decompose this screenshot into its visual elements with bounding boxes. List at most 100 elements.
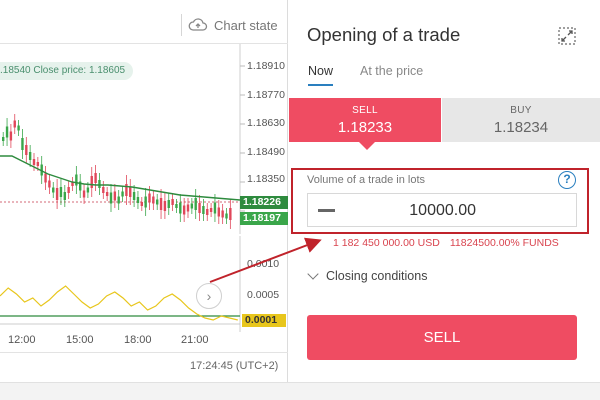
current-price-badge: 1.18226 <box>240 196 288 209</box>
candle-body <box>182 205 186 215</box>
candle-body <box>136 197 140 203</box>
footer-strip <box>0 382 600 400</box>
required-funds: 1 182 450 000.00 USD 11824500.00% FUNDS <box>333 237 559 249</box>
candle-body <box>105 192 109 196</box>
buy-side-selector[interactable]: BUY 1.18234 <box>442 98 600 142</box>
tab-at-the-price[interactable]: At the price <box>360 64 423 78</box>
candle-body <box>198 203 201 213</box>
candle-body <box>229 208 232 220</box>
candle-body <box>186 204 190 212</box>
candle-body <box>44 173 47 183</box>
candle-body <box>55 188 59 200</box>
candle-body <box>36 162 40 166</box>
toolbar-divider <box>181 14 182 36</box>
candle-body <box>17 125 20 131</box>
moving-average-line <box>0 155 241 201</box>
candle-body <box>190 203 194 209</box>
expand-icon[interactable] <box>557 26 577 46</box>
sell-side-label: SELL <box>352 105 378 116</box>
time-tick: 21:00 <box>181 334 209 346</box>
candle-body <box>90 176 93 188</box>
tab-now[interactable]: Now <box>308 64 334 86</box>
candle-body <box>194 198 197 210</box>
closing-conditions-label: Closing conditions <box>326 269 428 283</box>
candle-body <box>102 187 105 193</box>
funds-percent: 11824500.00% FUNDS <box>449 237 559 249</box>
candle-body <box>221 210 224 218</box>
sell-button[interactable]: SELL <box>307 315 577 360</box>
sell-side-selector[interactable]: SELL 1.18233 <box>289 98 441 142</box>
candle-body <box>117 196 120 204</box>
candle-body <box>2 137 5 141</box>
price-tick: 1.18490 <box>247 146 285 158</box>
current-price-badge-low: 1.18197 <box>240 212 288 225</box>
chart-toolbar: Chart state <box>0 0 288 44</box>
candle-body <box>94 173 97 183</box>
chart-clock: 17:24:45 (UTC+2) <box>190 360 279 372</box>
candle-body <box>156 199 159 205</box>
sell-price: 1.18233 <box>337 119 393 136</box>
indicator-value-badge: 0.0001 <box>242 314 286 327</box>
candle-body <box>217 207 220 217</box>
volume-label: Volume of a trade in lots <box>307 174 426 186</box>
candle-body <box>206 209 209 215</box>
candle-body <box>167 200 170 208</box>
candle-body <box>113 191 117 201</box>
indicator-tick: 0.0005 <box>247 289 280 301</box>
candle-body <box>75 174 78 186</box>
sell-selector-notch <box>359 142 375 150</box>
candle-body <box>202 206 205 214</box>
candle-body <box>82 190 86 198</box>
candle-body <box>32 159 36 165</box>
chart-state-label: Chart state <box>214 17 278 33</box>
candle-body <box>171 199 174 205</box>
candle-body <box>21 138 24 150</box>
chart-panel[interactable]: Chart state .18540 Close price: 1.18605 … <box>0 0 288 382</box>
candle-body <box>109 192 113 204</box>
candle-body <box>213 202 217 214</box>
candle-body <box>86 187 90 193</box>
time-tick: 18:00 <box>124 334 152 346</box>
trade-panel: Opening of a trade Now At the price SELL… <box>289 0 600 382</box>
candle-body <box>152 196 155 204</box>
help-icon[interactable]: ? <box>558 171 576 189</box>
candle-body <box>5 126 9 138</box>
price-tick: 1.18910 <box>247 60 285 72</box>
price-tick: 1.18350 <box>247 173 285 185</box>
candle-body <box>48 180 51 188</box>
candle-body <box>28 152 32 160</box>
candle-body <box>67 187 70 193</box>
decrease-volume-button[interactable] <box>318 209 335 212</box>
price-tick: 1.18630 <box>247 117 285 129</box>
price-tick: 1.18770 <box>247 89 285 101</box>
candle-body <box>144 196 147 208</box>
chart-footer-divider <box>0 352 288 353</box>
volume-value: 10000.00 <box>409 202 476 219</box>
candle-body <box>52 187 55 193</box>
chart-state-button[interactable]: Chart state <box>188 14 278 36</box>
cloud-upload-icon <box>188 17 208 33</box>
candle-body <box>175 204 178 208</box>
candle-body <box>225 213 228 219</box>
indicator-tick: 0.0010 <box>247 258 280 270</box>
candle-body <box>129 187 132 197</box>
buy-price: 1.18234 <box>493 119 549 136</box>
scroll-right-button[interactable]: › <box>196 283 222 309</box>
time-tick: 15:00 <box>66 334 94 346</box>
time-tick: 12:00 <box>8 334 36 346</box>
closing-conditions-toggle[interactable]: Closing conditions <box>307 268 428 283</box>
buy-side-label: BUY <box>510 105 532 116</box>
funds-usd: 1 182 450 000.00 USD <box>333 237 440 249</box>
candle-body <box>163 201 167 211</box>
candle-body <box>63 192 66 200</box>
candle-body <box>179 202 182 214</box>
candle-body <box>59 187 63 197</box>
candle-body <box>9 131 13 141</box>
candle-body <box>25 145 28 155</box>
candle-body <box>148 193 151 203</box>
candle-body <box>121 191 124 197</box>
candle-body <box>13 120 16 128</box>
candle-body <box>132 192 136 200</box>
trade-panel-title: Opening of a trade <box>307 24 461 45</box>
volume-input[interactable]: 10000.00 <box>307 193 577 227</box>
